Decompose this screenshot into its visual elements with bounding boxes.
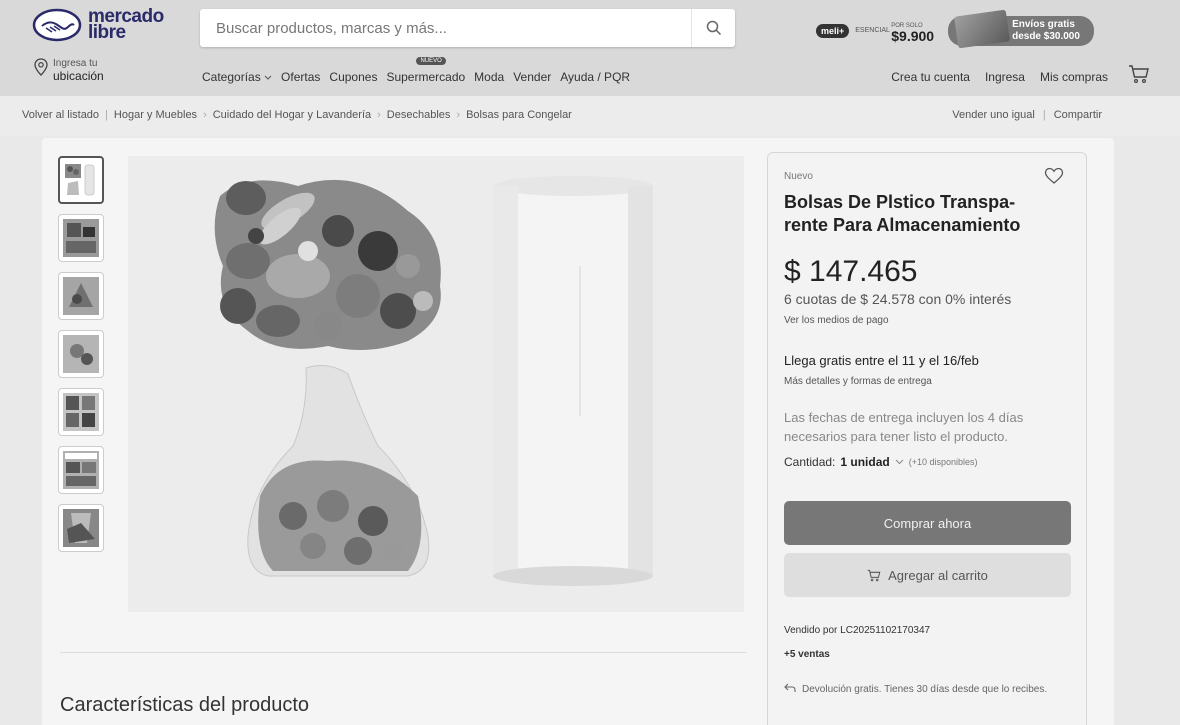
location-pin-icon [34,58,48,76]
section-divider [60,652,746,653]
chevron-right-icon: › [456,109,461,121]
quantity-label: Cantidad: [784,455,836,469]
thumbnail-6[interactable] [58,446,104,494]
my-purchases-link[interactable]: Mis compras [1040,70,1108,84]
nav-moda[interactable]: Moda [474,70,504,84]
search-bar [200,9,735,47]
breadcrumb-divider: | [105,109,108,121]
breadcrumb-actions: Vender uno igual | Compartir [952,109,1102,121]
thumbnail-image [63,277,99,315]
search-input[interactable] [200,9,691,47]
thumbnail-image [63,219,99,257]
sell-same-link[interactable]: Vender uno igual [952,109,1035,121]
return-policy: Devolución gratis. Tienes 30 días desde … [784,683,1074,697]
thumbnail-7[interactable] [58,504,104,552]
product-main-image[interactable] [128,156,744,612]
thumbnail-2[interactable] [58,214,104,262]
handshake-logo-icon [32,8,82,42]
breadcrumb-divider: | [1042,109,1046,121]
thumbnail-4[interactable] [58,330,104,378]
thumbnail-1[interactable] [58,156,104,204]
search-button[interactable] [691,9,735,47]
breadcrumb-item[interactable]: Desechables [387,109,451,121]
chevron-down-icon [264,75,272,80]
breadcrumb-item[interactable]: Cuidado del Hogar y Lavandería [213,109,371,121]
thumbnail-image [63,393,99,431]
search-icon [706,20,721,36]
meli-plus-promo[interactable]: meli+ ESENCIAL POR SOLO $9.900 Envíos gr… [816,9,1094,49]
create-account-link[interactable]: Crea tu cuenta [891,70,970,84]
thumbnail-5[interactable] [58,388,104,436]
add-to-cart-label: Agregar al carrito [888,567,988,583]
product-price: $ 147.465 [784,255,918,288]
breadcrumb-bar: Volver al listado | Hogar y Muebles › Cu… [0,96,1180,136]
breadcrumb-item[interactable]: Bolsas para Congelar [466,109,572,121]
user-nav: Crea tu cuenta Ingresa Mis compras [891,70,1108,84]
payment-methods-link[interactable]: Ver los medios de pago [784,315,889,326]
chevron-right-icon: › [377,109,381,121]
breadcrumb-item[interactable]: Hogar y Muebles [114,109,197,121]
product-condition: Nuevo [784,171,813,182]
delivery-details-link[interactable]: Más detalles y formas de entrega [784,376,932,387]
product-page: Características del producto Nuevo Bolsa… [42,138,1114,725]
back-to-listing-link[interactable]: Volver al listado [22,109,99,121]
new-badge: NUEVO [416,57,446,65]
features-title: Características del producto [60,694,310,716]
seller-name[interactable]: LC20251102170347 [840,625,930,636]
mercado-libre-logo[interactable]: mercado libre [32,7,164,43]
plastic-roll-illustration [493,176,653,586]
meli-plus-tier: ESENCIAL [855,27,890,34]
installments-text: 6 cuotas de $ 24.578 con 0% interés [784,291,1012,307]
thumbnail-image [63,509,99,547]
nav-ayuda[interactable]: Ayuda / PQR [560,70,630,84]
location-selector[interactable]: Ingresa tu ubicación [34,58,104,82]
thumbnail-list [58,156,104,552]
add-to-cart-button[interactable]: Agregar al carrito [784,553,1071,597]
quantity-selector[interactable]: Cantidad: 1 unidad (+10 disponibles) [784,455,978,469]
seller-prefix: Vendido por [784,625,838,636]
cart-icon [867,569,881,581]
main-nav: Categorías Ofertas Cupones NUEVO Supermer… [202,57,630,84]
nav-supermercado[interactable]: NUEVO Supermercado [386,57,465,84]
delivery-estimate: Llega gratis entre el 11 y el 16/feb [784,353,979,368]
meli-plus-badge: meli+ [816,24,850,38]
cart-icon[interactable] [1128,64,1150,84]
return-policy-text: Devolución gratis. Tienes 30 días desde … [802,684,1048,695]
nav-categorias[interactable]: Categorías [202,70,272,84]
thumbnail-3[interactable] [58,272,104,320]
quantity-available: (+10 disponibles) [908,457,978,467]
product-title: Bolsas De Plstico Transpa-rente Para Alm… [784,192,1021,235]
nav-ofertas[interactable]: Ofertas [281,70,320,84]
breadcrumb: Volver al listado | Hogar y Muebles › Cu… [22,109,572,121]
nav-vender[interactable]: Vender [513,70,551,84]
chevron-right-icon: › [203,109,207,121]
thumbnail-image [63,335,99,373]
delivery-note: Las fechas de entrega incluyen los 4 día… [784,410,1024,444]
chevron-down-icon [895,459,904,465]
quantity-value: 1 unidad [840,455,890,469]
buy-now-button[interactable]: Comprar ahora [784,501,1071,545]
login-link[interactable]: Ingresa [985,70,1025,84]
free-shipping-banner: Envíos gratis desde $30.000 [948,9,1094,49]
location-line2: ubicación [53,69,104,83]
thumbnail-image [65,164,95,196]
free-shipping-line1: Envíos gratis [1012,19,1075,30]
share-link[interactable]: Compartir [1054,109,1102,121]
seller-sales: +5 ventas [784,649,830,660]
heart-icon[interactable] [1044,167,1064,185]
product-photo [128,156,744,612]
seller-info: Vendido por LC20251102170347 [784,625,930,636]
logo-text-line2: libre [88,22,126,43]
buy-box: Nuevo Bolsas De Plstico Transpa-rente Pa… [767,152,1087,725]
nav-cupones[interactable]: Cupones [329,70,377,84]
return-arrow-icon [784,683,796,692]
promo-price: $9.900 [891,28,935,44]
promo-card-image [954,9,1011,49]
free-shipping-line2: desde $30.000 [1012,31,1080,42]
thumbnail-image [63,451,99,489]
site-header: mercado libre meli+ ESENCIAL POR SOLO $9… [0,0,1180,96]
